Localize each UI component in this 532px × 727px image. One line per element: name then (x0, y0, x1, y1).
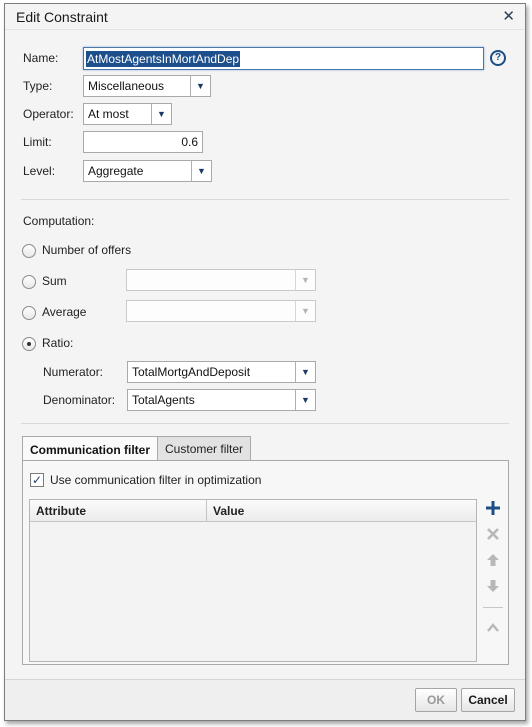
table-header: Attribute Value (30, 500, 476, 522)
dialog-titlebar: Edit Constraint ✕ (5, 4, 525, 30)
chevron-down-icon: ▼ (295, 390, 315, 410)
collapse-icon[interactable] (484, 619, 502, 637)
level-select[interactable]: Aggregate ▼ (83, 160, 212, 182)
radio-number-of-offers[interactable] (22, 244, 36, 258)
type-label: Type: (23, 79, 53, 93)
cancel-button[interactable]: Cancel (461, 688, 515, 712)
use-communication-filter-label: Use communication filter in optimization (50, 473, 262, 487)
radio-sum[interactable] (22, 275, 36, 289)
move-up-icon[interactable] (484, 551, 502, 569)
radio-ratio[interactable] (22, 337, 36, 351)
type-value: Miscellaneous (88, 79, 165, 93)
sum-select[interactable]: ▼ (126, 269, 316, 291)
operator-value: At most (88, 107, 129, 121)
average-select[interactable]: ▼ (126, 300, 316, 322)
level-label: Level: (23, 164, 56, 178)
chevron-down-icon: ▼ (151, 104, 171, 124)
tab-communication-filter[interactable]: Communication filter (22, 436, 159, 462)
edit-constraint-dialog: Edit Constraint ✕ Name: AtMostAgentsInMo… (4, 3, 526, 721)
dialog-footer: OK Cancel (5, 679, 525, 720)
chevron-down-icon: ▼ (295, 362, 315, 382)
limit-value: 0.6 (181, 135, 198, 149)
dialog-title: Edit Constraint (16, 8, 108, 25)
numerator-select[interactable]: TotalMortgAndDeposit ▼ (127, 361, 316, 383)
plus-icon[interactable] (484, 499, 502, 517)
operator-select[interactable]: At most ▼ (83, 103, 172, 125)
chevron-down-icon: ▼ (295, 301, 315, 321)
divider (21, 423, 509, 424)
tab-customer-filter[interactable]: Customer filter (157, 436, 252, 461)
use-communication-filter-checkbox[interactable]: ✓ (30, 473, 44, 487)
type-select[interactable]: Miscellaneous ▼ (83, 75, 211, 97)
denominator-label: Denominator: (43, 393, 116, 407)
denominator-value: TotalAgents (132, 393, 195, 407)
computation-heading: Computation: (23, 214, 95, 228)
level-value: Aggregate (88, 164, 144, 178)
radio-ratio-label: Ratio: (42, 336, 74, 350)
limit-input[interactable]: 0.6 (83, 131, 203, 153)
operator-label: Operator: (23, 107, 74, 121)
delete-icon[interactable] (484, 525, 502, 543)
communication-filter-panel: ✓ Use communication filter in optimizati… (22, 460, 509, 665)
denominator-select[interactable]: TotalAgents ▼ (127, 389, 316, 411)
limit-label: Limit: (23, 135, 52, 149)
name-input[interactable]: AtMostAgentsInMortAndDep (83, 47, 484, 70)
name-label: Name: (23, 51, 59, 65)
filter-tabs: Communication filter Customer filter (22, 436, 252, 462)
help-icon[interactable]: ? (490, 50, 506, 66)
actions-separator (483, 607, 503, 608)
column-header-value[interactable]: Value (207, 500, 476, 521)
chevron-down-icon: ▼ (191, 161, 211, 181)
numerator-label: Numerator: (43, 365, 104, 379)
close-icon[interactable]: ✕ (502, 9, 515, 24)
chevron-down-icon: ▼ (295, 270, 315, 290)
radio-number-of-offers-label: Number of offers (42, 243, 132, 257)
radio-average-label: Average (42, 305, 87, 319)
divider (21, 199, 509, 200)
filter-table: Attribute Value (29, 499, 477, 662)
column-header-attribute[interactable]: Attribute (30, 500, 207, 521)
chevron-down-icon: ▼ (190, 76, 210, 96)
name-value: AtMostAgentsInMortAndDep (86, 50, 241, 67)
radio-sum-label: Sum (42, 274, 67, 288)
numerator-value: TotalMortgAndDeposit (132, 365, 251, 379)
radio-average[interactable] (22, 306, 36, 320)
ok-button[interactable]: OK (415, 688, 457, 712)
move-down-icon[interactable] (484, 577, 502, 595)
